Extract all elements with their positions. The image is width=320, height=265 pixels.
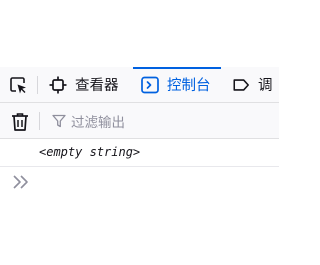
console-filter-toolbar: 过滤输出 — [0, 103, 279, 139]
tab-inspector-label: 查看器 — [75, 78, 119, 94]
filter-funnel-icon — [52, 114, 66, 128]
tab-debugger[interactable]: 调 — [232, 67, 273, 102]
console-icon — [141, 76, 159, 94]
filter-placeholder: 过滤输出 — [71, 115, 125, 131]
console-input[interactable] — [0, 167, 279, 197]
element-picker-icon — [10, 77, 26, 94]
clear-console-button[interactable] — [9, 111, 31, 133]
blank-area — [0, 0, 279, 67]
tab-inspector[interactable]: 查看器 — [49, 67, 119, 102]
filterbar-divider — [39, 112, 40, 130]
double-chevron-right-icon — [13, 175, 28, 189]
filter-output-input[interactable]: 过滤输出 — [48, 109, 273, 133]
tabbar-divider — [37, 76, 38, 94]
console-message: <empty string> — [0, 139, 279, 167]
trash-icon — [12, 113, 28, 131]
debugger-icon — [232, 76, 250, 94]
element-picker-button[interactable] — [4, 73, 32, 97]
tab-console[interactable]: 控制台 — [133, 67, 220, 102]
inspector-icon — [49, 76, 67, 94]
tab-debugger-label: 调 — [258, 78, 273, 94]
console-output-text: <empty string> — [39, 145, 141, 159]
devtools-tabbar: 查看器 控制台 调 — [0, 67, 279, 103]
tab-console-label: 控制台 — [167, 78, 211, 94]
